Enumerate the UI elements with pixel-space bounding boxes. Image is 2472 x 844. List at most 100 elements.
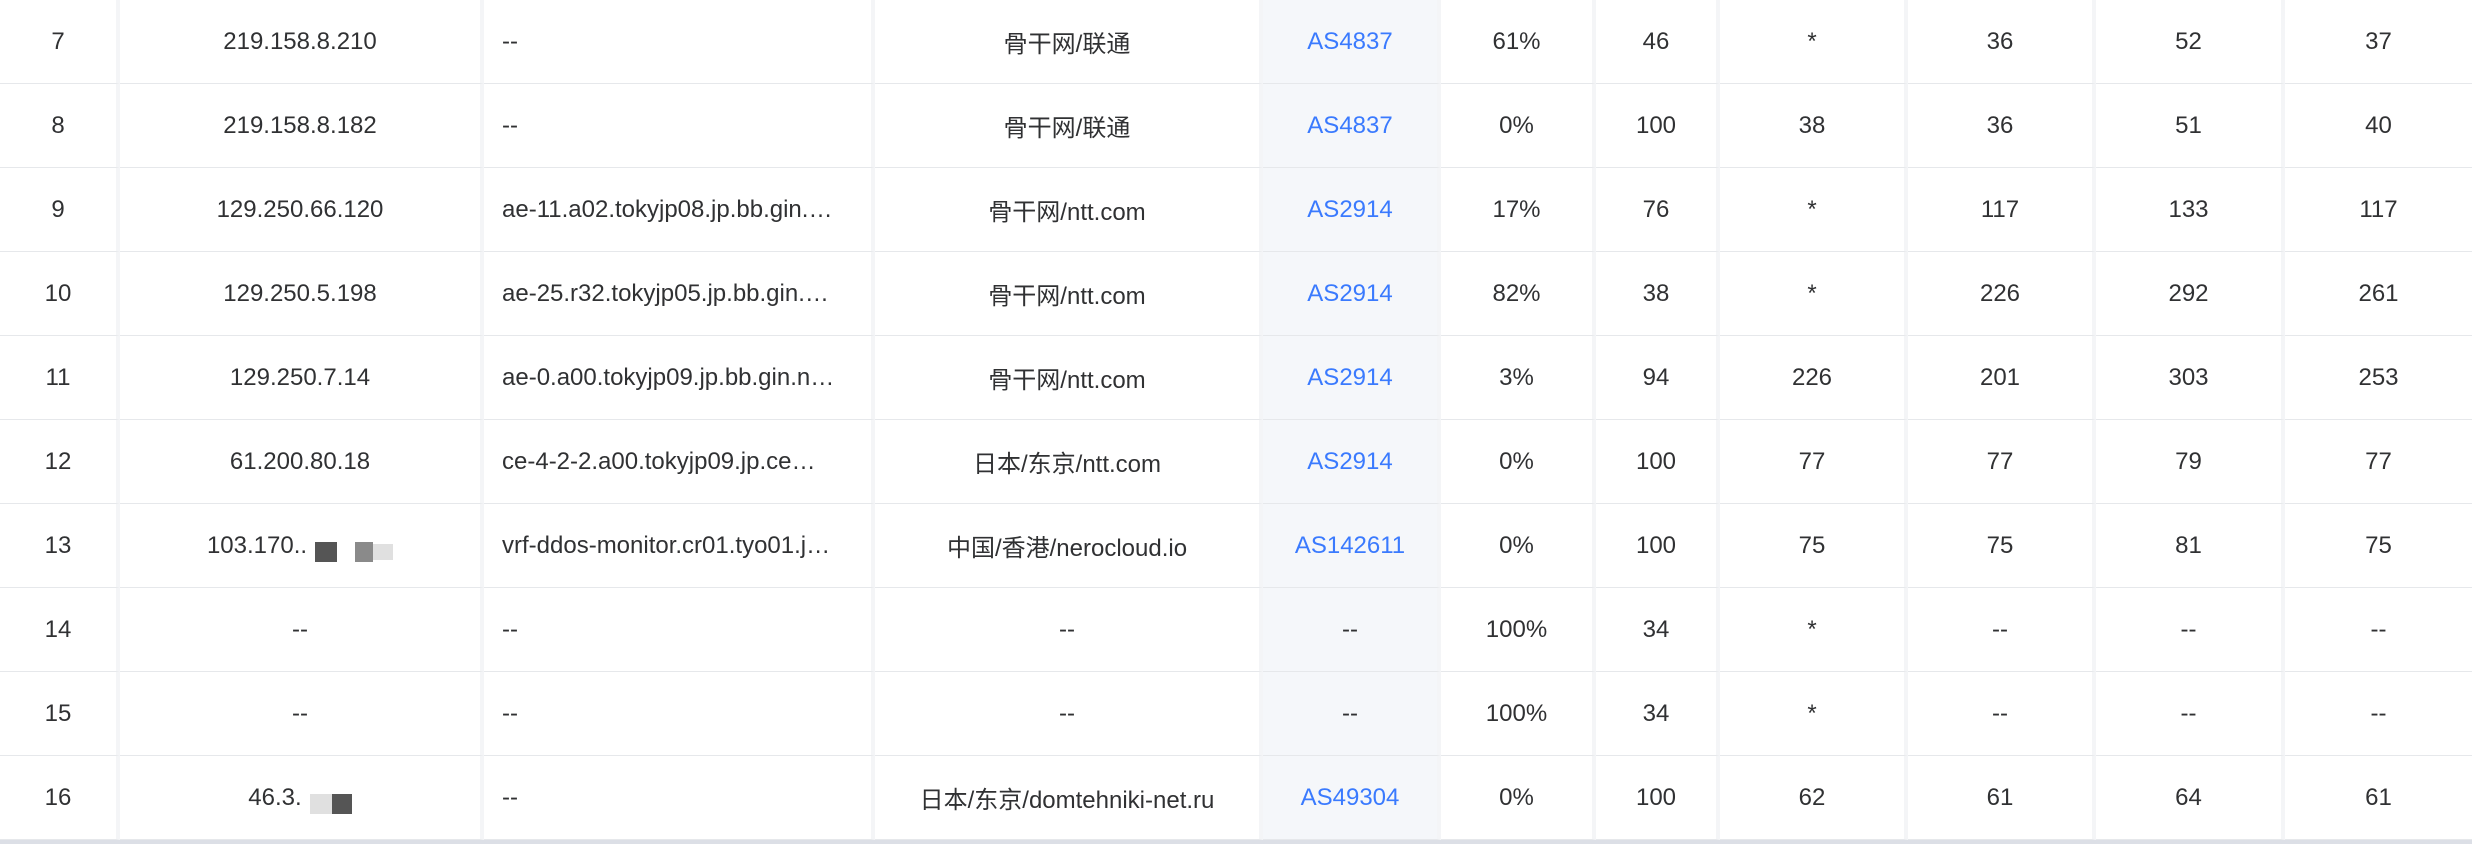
location-text: 中国/香港/nerocloud.io xyxy=(946,535,1188,562)
hostname-cell: ae-25.r32.tokyjp05.jp.bb.gin.… xyxy=(484,252,875,336)
asn-cell: -- xyxy=(1263,588,1441,672)
best-text: 201 xyxy=(1979,363,2021,391)
ip-cell: 129.250.66.120 xyxy=(120,168,484,252)
hop-text: 14 xyxy=(44,615,72,643)
best-text: 226 xyxy=(1979,279,2021,307)
avg-text: -- xyxy=(2370,615,2387,643)
ip-text: -- xyxy=(292,699,308,727)
host-text: ae-11.a02.tokyjp08.jp.bb.gin.… xyxy=(502,195,833,223)
last-text: 77 xyxy=(1798,447,1826,475)
last-cell: * xyxy=(1720,672,1908,756)
table-row: 12 61.200.80.18 ce-4-2-2.a00.tokyjp09.jp.c… xyxy=(0,420,2472,504)
asn-link[interactable]: AS2914 xyxy=(1307,196,1392,223)
best-text: 77 xyxy=(1986,447,2014,475)
sent-text: 34 xyxy=(1642,615,1670,643)
loss-text: 100% xyxy=(1485,699,1548,727)
hop-cell: 10 xyxy=(0,252,120,336)
last-text: * xyxy=(1807,615,1817,643)
worst-text: -- xyxy=(2180,615,2197,643)
hostname-cell: -- xyxy=(484,588,875,672)
ip-text: 129.250.7.14 xyxy=(229,363,371,391)
loss-cell: 3% xyxy=(1441,336,1596,420)
worst-text: 133 xyxy=(2168,195,2209,223)
asn-link[interactable]: AS2914 xyxy=(1307,364,1392,391)
ip-text: 219.158.8.210 xyxy=(223,27,377,55)
horizontal-scrollbar[interactable] xyxy=(0,840,2472,844)
traceroute-table-container: 7 219.158.8.210 -- 骨干网/联通 AS4837 61% 46 * 36 52 37… xyxy=(0,0,2472,844)
best-cell: 201 xyxy=(1908,336,2096,420)
hop-text: 15 xyxy=(44,699,72,727)
last-cell: 77 xyxy=(1720,420,1908,504)
asn-link[interactable]: AS142611 xyxy=(1295,532,1405,559)
asn-link[interactable]: AS2914 xyxy=(1307,448,1392,475)
avg-cell: 37 xyxy=(2285,0,2472,84)
host-text: -- xyxy=(502,699,518,727)
last-cell: * xyxy=(1720,0,1908,84)
best-text: 75 xyxy=(1986,531,2014,559)
location-text: 骨干网/ntt.com xyxy=(988,283,1146,310)
sent-text: 38 xyxy=(1642,279,1670,307)
asn-cell: AS2914 xyxy=(1263,420,1441,504)
hostname-cell: -- xyxy=(484,84,875,168)
avg-cell: 253 xyxy=(2285,336,2472,420)
ip-cell: -- xyxy=(120,672,484,756)
sent-cell: 94 xyxy=(1596,336,1720,420)
avg-cell: 40 xyxy=(2285,84,2472,168)
host-text: ae-25.r32.tokyjp05.jp.bb.gin.… xyxy=(502,279,829,307)
best-cell: 77 xyxy=(1908,420,2096,504)
hop-cell: 16 xyxy=(0,756,120,840)
host-text: -- xyxy=(502,783,518,811)
loss-text: 0% xyxy=(1499,447,1534,475)
hostname-cell: -- xyxy=(484,0,875,84)
asn-cell: AS2914 xyxy=(1263,252,1441,336)
loss-cell: 82% xyxy=(1441,252,1596,336)
worst-text: 303 xyxy=(2168,363,2209,391)
loss-text: 0% xyxy=(1499,783,1534,811)
location-text: 骨干网/ntt.com xyxy=(988,367,1146,394)
asn-link[interactable]: AS49304 xyxy=(1301,784,1400,811)
avg-cell: 75 xyxy=(2285,504,2472,588)
ip-text: 46.3. xyxy=(248,783,302,811)
location-text: 骨干网/ntt.com xyxy=(988,199,1146,226)
location-text: 日本/东京/domtehniki-net.ru xyxy=(919,787,1215,814)
hop-cell: 13 xyxy=(0,504,120,588)
best-cell: 75 xyxy=(1908,504,2096,588)
host-text: ce-4-2-2.a00.tokyjp09.jp.ce… xyxy=(502,447,816,475)
location-text: -- xyxy=(1059,699,1075,727)
asn-link[interactable]: AS4837 xyxy=(1307,28,1392,55)
last-cell: 75 xyxy=(1720,504,1908,588)
avg-cell: 61 xyxy=(2285,756,2472,840)
hostname-cell: -- xyxy=(484,672,875,756)
hop-cell: 14 xyxy=(0,588,120,672)
avg-cell: -- xyxy=(2285,672,2472,756)
loss-cell: 0% xyxy=(1441,504,1596,588)
worst-text: 52 xyxy=(2175,27,2202,55)
hop-text: 10 xyxy=(44,279,72,307)
hop-text: 13 xyxy=(44,531,72,559)
best-text: -- xyxy=(1992,615,2008,643)
sent-cell: 100 xyxy=(1596,756,1720,840)
location-cell: -- xyxy=(875,588,1263,672)
sent-cell: 34 xyxy=(1596,588,1720,672)
last-text: 62 xyxy=(1798,783,1826,811)
hostname-cell: ae-11.a02.tokyjp08.jp.bb.gin.… xyxy=(484,168,875,252)
asn-link[interactable]: AS2914 xyxy=(1307,280,1392,307)
last-cell: 62 xyxy=(1720,756,1908,840)
last-cell: * xyxy=(1720,252,1908,336)
asn-link[interactable]: AS4837 xyxy=(1307,112,1392,139)
location-text: -- xyxy=(1059,615,1075,643)
hostname-cell: ae-0.a00.tokyjp09.jp.bb.gin.n… xyxy=(484,336,875,420)
last-cell: 38 xyxy=(1720,84,1908,168)
avg-text: 61 xyxy=(2365,783,2392,811)
location-cell: -- xyxy=(875,672,1263,756)
avg-cell: 117 xyxy=(2285,168,2472,252)
ip-cell: 129.250.5.198 xyxy=(120,252,484,336)
location-cell: 骨干网/ntt.com xyxy=(875,336,1263,420)
best-cell: -- xyxy=(1908,588,2096,672)
best-cell: 117 xyxy=(1908,168,2096,252)
avg-text: 75 xyxy=(2365,531,2392,559)
avg-text: -- xyxy=(2370,699,2387,727)
best-text: 61 xyxy=(1986,783,2014,811)
last-text: * xyxy=(1807,699,1817,727)
sent-text: 94 xyxy=(1642,363,1670,391)
